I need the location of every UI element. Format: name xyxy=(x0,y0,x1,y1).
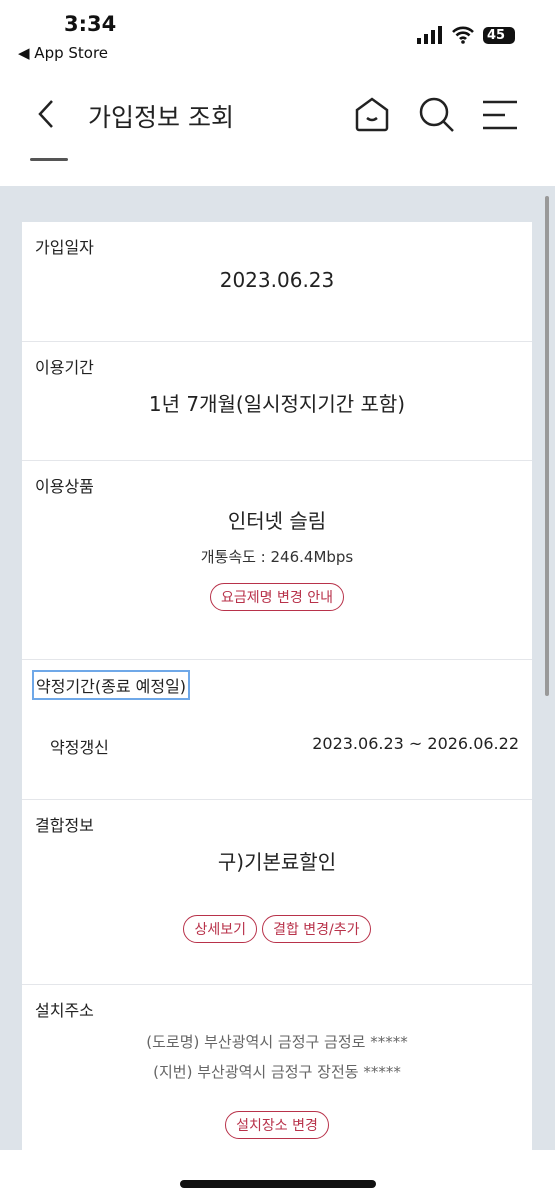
wifi-icon xyxy=(452,26,474,44)
usage-period-label: 이용기간 xyxy=(35,358,94,377)
contract-type: 약정갱신 xyxy=(50,738,109,757)
install-location-change-button[interactable]: 설치장소 변경 xyxy=(225,1111,329,1139)
bottom-bar xyxy=(0,1150,555,1200)
address-section: 설치주소 (도로명) 부산광역시 금정구 금정로 ***** (지번) 부산광역… xyxy=(22,985,532,1155)
subscription-card: 가입일자 2023.06.23 이용기간 1년 7개월(일시정지기간 포함) 이… xyxy=(22,222,532,1152)
product-value: 인터넷 슬림 xyxy=(227,509,327,533)
contract-section: 약정기간(종료 예정일) 약정갱신 2023.06.23 ~ 2026.06.2… xyxy=(22,660,532,800)
battery-icon: 45 xyxy=(483,26,515,44)
content-area: 가입일자 2023.06.23 이용기간 1년 7개월(일시정지기간 포함) 이… xyxy=(0,186,555,1152)
app-header: 가입정보 조회 xyxy=(0,80,555,150)
plan-name-change-button[interactable]: 요금제명 변경 안내 xyxy=(210,583,344,611)
product-section: 이용상품 인터넷 슬림 개통속도 : 246.4Mbps 요금제명 변경 안내 xyxy=(22,461,532,660)
bundle-section: 결합정보 구)기본료할인 상세보기 결합 변경/추가 xyxy=(22,800,532,985)
page-title: 가입정보 조회 xyxy=(88,103,234,132)
status-bar: 3:34 ◀ App Store 45 xyxy=(0,0,555,70)
clock: 3:34 xyxy=(64,12,117,36)
usage-period-section: 이용기간 1년 7개월(일시정지기간 포함) xyxy=(22,342,532,461)
signal-icon xyxy=(417,26,442,44)
contract-label: 약정기간(종료 예정일) xyxy=(32,670,191,700)
address-label: 설치주소 xyxy=(35,1001,94,1020)
road-address: (도로명) 부산광역시 금정구 금정로 ***** xyxy=(146,1033,408,1051)
join-date-label: 가입일자 xyxy=(35,238,94,257)
product-label: 이용상품 xyxy=(35,477,94,496)
join-date-section: 가입일자 2023.06.23 xyxy=(22,222,532,342)
tab-indicator xyxy=(30,158,68,161)
usage-period-value: 1년 7개월(일시정지기간 포함) xyxy=(148,392,406,416)
lot-address: (지번) 부산광역시 금정구 장전동 ***** xyxy=(153,1063,401,1081)
menu-icon[interactable] xyxy=(482,100,518,130)
scrollbar[interactable] xyxy=(545,196,549,696)
bundle-change-button[interactable]: 결합 변경/추가 xyxy=(262,915,371,943)
back-icon[interactable] xyxy=(34,98,58,130)
search-icon[interactable] xyxy=(418,96,456,134)
home-icon[interactable] xyxy=(354,96,390,132)
home-indicator[interactable] xyxy=(180,1180,376,1188)
bundle-value: 구)기본료할인 xyxy=(217,850,337,874)
join-date-value: 2023.06.23 xyxy=(219,268,335,292)
bundle-detail-button[interactable]: 상세보기 xyxy=(183,915,257,943)
back-to-app-store[interactable]: ◀ App Store xyxy=(18,44,108,62)
bundle-label: 결합정보 xyxy=(35,816,94,835)
contract-period: 2023.06.23 ~ 2026.06.22 xyxy=(312,734,519,753)
speed-value: 개통속도 : 246.4Mbps xyxy=(200,548,354,566)
